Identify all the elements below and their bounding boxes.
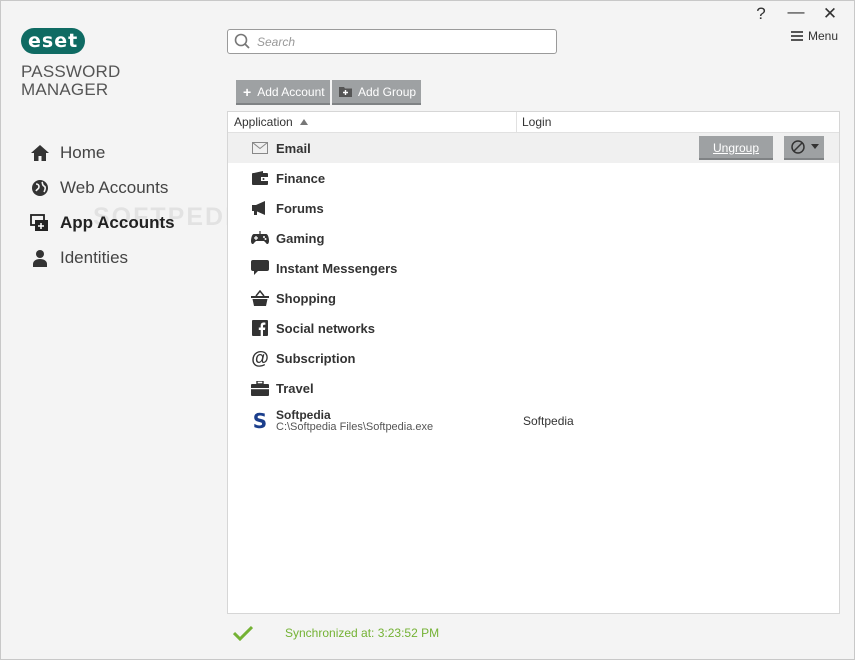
group-row-social-networks[interactable]: Social networks — [228, 313, 839, 343]
at-sign-icon: @ — [251, 347, 269, 368]
sync-status: Synchronized at: 3:23:52 PM — [233, 625, 439, 641]
sync-status-text: Synchronized at: 3:23:52 PM — [285, 626, 440, 640]
product-name: PASSWORD MANAGER — [21, 63, 121, 99]
group-row-forums[interactable]: Forums — [228, 193, 839, 223]
sidebar-item-label: App Accounts — [60, 212, 175, 232]
product-name-line2: MANAGER — [21, 80, 109, 99]
sidebar-item-label: Identities — [60, 247, 129, 267]
globe-icon — [29, 177, 51, 199]
help-button[interactable]: ? — [751, 4, 771, 24]
group-name: Social networks — [276, 320, 375, 336]
app-login: Softpedia — [523, 414, 574, 428]
app-windows-icon — [29, 212, 51, 234]
wallet-icon — [250, 168, 270, 188]
facebook-icon — [250, 318, 270, 338]
group-name: Subscription — [276, 350, 356, 366]
minimize-button[interactable]: — — [786, 2, 806, 22]
group-row-shopping[interactable]: Shopping — [228, 283, 839, 313]
group-name: Email — [276, 140, 311, 156]
add-group-button[interactable]: Add Group — [332, 80, 422, 105]
add-account-label: Add Account — [257, 84, 325, 99]
app-row-softpedia[interactable]: S Softpedia C:\Softpedia Files\Softpedia… — [228, 403, 839, 439]
group-row-email[interactable]: Email Ungroup — [228, 133, 839, 163]
group-name: Instant Messengers — [276, 260, 398, 276]
sidebar-item-identities[interactable]: Identities — [29, 240, 175, 275]
column-header-application[interactable]: Application — [228, 112, 517, 132]
app-name: Softpedia — [276, 408, 331, 422]
group-row-subscription[interactable]: @ Subscription — [228, 343, 839, 373]
sidebar-item-web-accounts[interactable]: Web Accounts — [29, 170, 175, 205]
suitcase-icon — [250, 378, 270, 398]
group-row-finance[interactable]: Finance — [228, 163, 839, 193]
group-name: Shopping — [276, 290, 336, 306]
group-row-gaming[interactable]: Gaming — [228, 223, 839, 253]
add-folder-icon — [339, 87, 352, 97]
disable-circle-icon — [790, 140, 805, 154]
search-icon — [234, 33, 250, 49]
person-icon — [29, 247, 51, 269]
add-account-button[interactable]: + Add Account — [236, 80, 330, 105]
group-row-instant-messengers[interactable]: Instant Messengers — [228, 253, 839, 283]
basket-icon — [250, 288, 270, 308]
dropdown-arrow-icon — [810, 144, 819, 149]
plus-icon: + — [243, 83, 252, 100]
app-entry: Softpedia C:\Softpedia Files\Softpedia.e… — [276, 409, 433, 433]
add-group-label: Add Group — [358, 84, 417, 99]
eset-badge: eset — [21, 28, 86, 54]
table-header: Application Login — [228, 112, 839, 133]
eset-logo: eset PASSWORD MANAGER — [21, 28, 121, 99]
group-name: Forums — [276, 200, 324, 216]
menu-label: Menu — [808, 29, 839, 43]
app-path: C:\Softpedia Files\Softpedia.exe — [276, 421, 434, 433]
sidebar-item-app-accounts[interactable]: App Accounts — [29, 205, 175, 240]
sidebar-item-label: Web Accounts — [60, 177, 169, 197]
search-box[interactable] — [227, 29, 557, 54]
close-button[interactable]: ✕ — [820, 4, 840, 24]
megaphone-icon — [250, 198, 270, 218]
group-name: Gaming — [276, 230, 325, 246]
chat-bubble-icon — [250, 258, 270, 278]
sidebar-nav: Home Web Accounts App Accounts Identitie… — [29, 135, 175, 275]
gamepad-icon — [250, 228, 270, 248]
sort-ascending-icon — [299, 119, 308, 125]
hamburger-icon — [791, 31, 803, 41]
group-row-travel[interactable]: Travel — [228, 373, 839, 403]
menu-button[interactable]: Menu — [791, 29, 838, 43]
app-accounts-table: Application Login Email Ungroup Finance … — [227, 111, 840, 614]
search-input[interactable] — [257, 34, 547, 49]
group-name: Finance — [276, 170, 326, 186]
softpedia-s-icon: S — [252, 409, 268, 433]
sidebar-item-label: Home — [60, 142, 106, 162]
envelope-icon — [250, 138, 270, 158]
group-options-button[interactable] — [784, 136, 824, 160]
column-header-login[interactable]: Login — [517, 112, 551, 132]
sidebar-item-home[interactable]: Home — [29, 135, 175, 170]
group-name: Travel — [276, 380, 314, 396]
ungroup-button[interactable]: Ungroup — [699, 136, 773, 160]
home-icon — [29, 142, 51, 164]
product-name-line1: PASSWORD — [21, 62, 121, 81]
checkmark-icon — [233, 625, 253, 641]
